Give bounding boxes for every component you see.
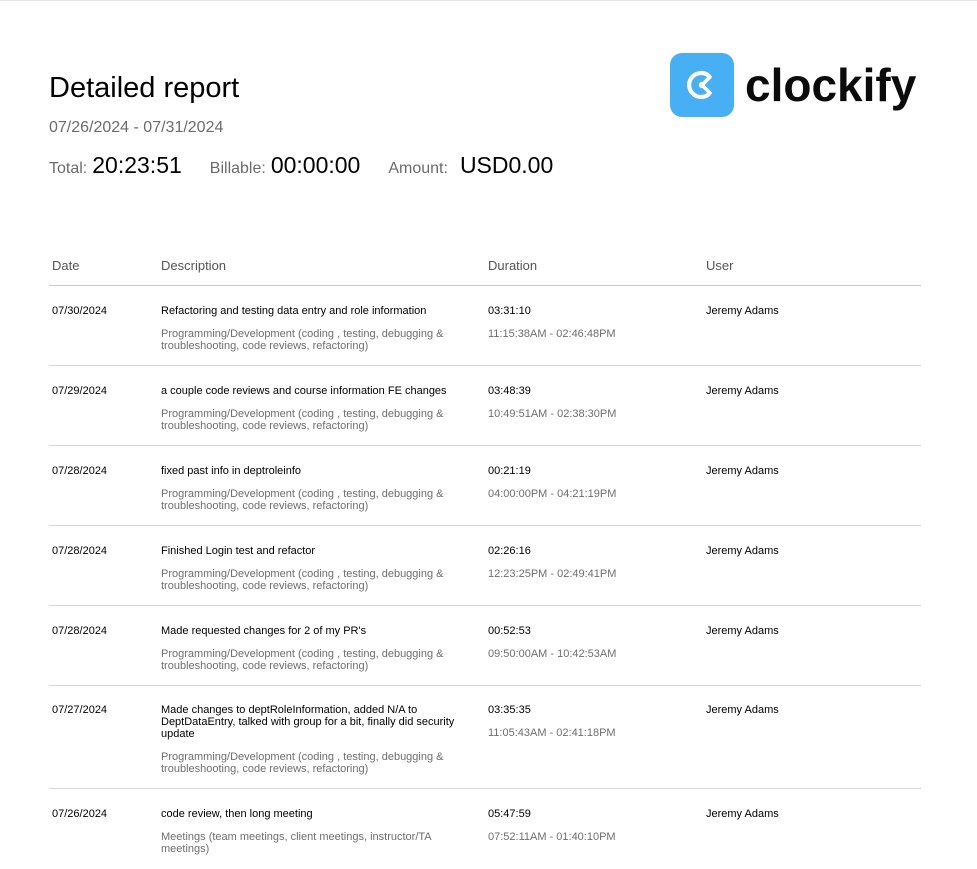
row-date: 07/28/2024 xyxy=(52,545,108,557)
row-time-range: 10:49:51AM - 02:38:30PM xyxy=(488,408,617,420)
row-date: 07/28/2024 xyxy=(52,465,108,477)
total-value: 20:23:51 xyxy=(92,152,182,178)
row-description-cell: Made changes to deptRoleInformation, add… xyxy=(161,704,479,775)
report-title: Detailed report xyxy=(49,72,240,104)
row-time-range: 07:52:11AM - 01:40:10PM xyxy=(488,831,616,843)
row-date: 07/29/2024 xyxy=(52,385,108,397)
row-project: Programming/Development (coding , testin… xyxy=(161,328,444,352)
row-description: Made requested changes for 2 of my PR's xyxy=(161,625,367,637)
row-project: Programming/Development (coding , testin… xyxy=(161,488,444,512)
row-time-range: 11:05:43AM - 02:41:18PM xyxy=(488,727,616,739)
total-label: Total: xyxy=(49,160,88,177)
row-duration: 00:21:19 xyxy=(488,465,531,477)
row-user: Jeremy Adams xyxy=(706,385,779,397)
row-user: Jeremy Adams xyxy=(706,704,779,716)
row-duration-cell: 02:26:16 12:23:25PM - 02:49:41PM xyxy=(488,545,616,580)
row-project: Programming/Development (coding , testin… xyxy=(161,751,444,775)
row-project: Meetings (team meetings, client meetings… xyxy=(161,831,432,855)
report-date-range: 07/26/2024 - 07/31/2024 xyxy=(49,119,224,136)
header-date: Date xyxy=(52,258,80,273)
row-duration: 05:47:59 xyxy=(488,808,531,820)
row-duration: 03:31:10 xyxy=(488,305,531,317)
row-user: Jeremy Adams xyxy=(706,465,779,477)
row-description-cell: Finished Login test and refactor Program… xyxy=(161,545,479,592)
row-user: Jeremy Adams xyxy=(706,625,779,637)
table-row: 07/30/2024 Refactoring and testing data … xyxy=(49,286,921,366)
table-row: 07/28/2024 fixed past info in deptrolein… xyxy=(49,446,921,526)
clockify-logo: clockify xyxy=(670,52,916,117)
table-row: 07/27/2024 Made changes to deptRoleInfor… xyxy=(49,686,921,789)
header-user: User xyxy=(706,258,734,273)
row-duration: 00:52:53 xyxy=(488,625,531,637)
row-duration: 03:48:39 xyxy=(488,385,531,397)
amount-label: Amount: xyxy=(388,160,448,177)
row-duration-cell: 05:47:59 07:52:11AM - 01:40:10PM xyxy=(488,808,616,843)
table-row: 07/29/2024 a couple code reviews and cou… xyxy=(49,366,921,446)
row-date: 07/28/2024 xyxy=(52,625,108,637)
amount-value: USD0.00 xyxy=(459,152,554,178)
row-time-range: 04:00:00PM - 04:21:19PM xyxy=(488,488,617,500)
header-description: Description xyxy=(161,258,227,273)
row-description: code review, then long meeting xyxy=(161,808,313,820)
row-description-cell: code review, then long meeting Meetings … xyxy=(161,808,479,855)
row-duration: 03:35:35 xyxy=(488,704,531,716)
row-time-range: 11:15:38AM - 02:46:48PM xyxy=(488,328,616,340)
row-duration-cell: 03:48:39 10:49:51AM - 02:38:30PM xyxy=(488,385,616,420)
row-duration: 02:26:16 xyxy=(488,545,531,557)
report-totals: Total: 20:23:51 Billable: 00:00:00 Amoun… xyxy=(49,152,553,180)
row-project: Programming/Development (coding , testin… xyxy=(161,568,444,592)
row-description: Refactoring and testing data entry and r… xyxy=(161,305,427,317)
row-description: fixed past info in deptroleinfo xyxy=(161,465,302,477)
billable-label: Billable: xyxy=(209,160,266,177)
row-description-cell: Refactoring and testing data entry and r… xyxy=(161,305,479,352)
row-user: Jeremy Adams xyxy=(706,305,779,317)
table-header: Date Description Duration User xyxy=(49,254,921,286)
row-description-cell: a couple code reviews and course informa… xyxy=(161,385,479,432)
table-row: 07/28/2024 Finished Login test and refac… xyxy=(49,526,921,606)
row-duration-cell: 00:21:19 04:00:00PM - 04:21:19PM xyxy=(488,465,616,500)
page-top-rule xyxy=(0,0,977,1)
clockify-logo-icon xyxy=(670,52,734,117)
table-row: 07/26/2024 code review, then long meetin… xyxy=(49,789,921,869)
row-description: a couple code reviews and course informa… xyxy=(161,385,447,397)
row-description: Finished Login test and refactor xyxy=(161,545,316,557)
row-description: Made changes to deptRoleInformation, add… xyxy=(161,704,455,740)
table-row: 07/28/2024 Made requested changes for 2 … xyxy=(49,606,921,686)
row-duration-cell: 03:35:35 11:05:43AM - 02:41:18PM xyxy=(488,704,616,739)
row-date: 07/27/2024 xyxy=(52,704,108,716)
report-table: Date Description Duration User 07/30/202… xyxy=(49,254,921,869)
billable-value: 00:00:00 xyxy=(270,152,361,178)
row-date: 07/26/2024 xyxy=(52,808,108,820)
row-user: Jeremy Adams xyxy=(706,545,779,557)
row-time-range: 12:23:25PM - 02:49:41PM xyxy=(488,568,617,580)
row-time-range: 09:50:00AM - 10:42:53AM xyxy=(488,648,617,660)
clockify-logo-text: clockify xyxy=(745,58,917,111)
row-description-cell: Made requested changes for 2 of my PR's … xyxy=(161,625,479,672)
row-date: 07/30/2024 xyxy=(52,305,108,317)
row-description-cell: fixed past info in deptroleinfo Programm… xyxy=(161,465,479,512)
row-project: Programming/Development (coding , testin… xyxy=(161,408,444,432)
row-project: Programming/Development (coding , testin… xyxy=(161,648,444,672)
row-duration-cell: 00:52:53 09:50:00AM - 10:42:53AM xyxy=(488,625,616,660)
row-duration-cell: 03:31:10 11:15:38AM - 02:46:48PM xyxy=(488,305,616,340)
row-user: Jeremy Adams xyxy=(706,808,779,820)
header-duration: Duration xyxy=(488,258,538,273)
